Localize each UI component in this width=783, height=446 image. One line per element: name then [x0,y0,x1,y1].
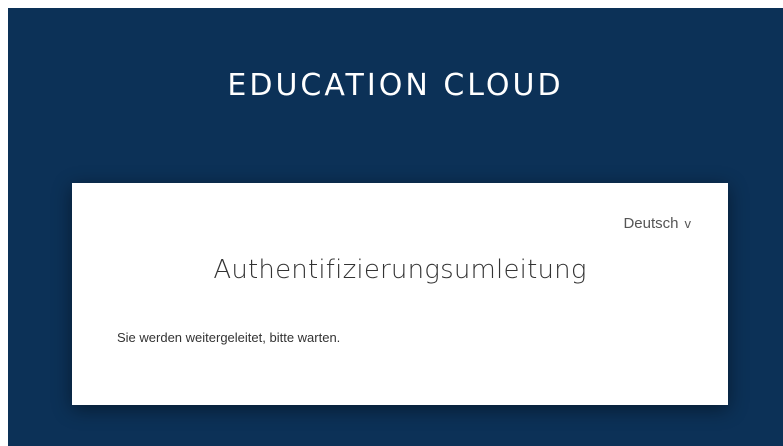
page-background: EDUCATION CLOUD Deutsch v Authentifizier… [8,8,783,446]
chevron-down-icon: v [684,216,692,231]
language-selector[interactable]: Deutsch v [623,215,691,232]
redirect-message: Sie werden weitergeleitet, bitte warten. [117,330,341,345]
language-label: Deutsch [623,215,679,232]
page-title: Authentifizierungsumleitung [213,255,587,285]
auth-redirect-card: Deutsch v Authentifizierungsumleitung Si… [72,183,728,405]
brand-title: EDUCATION CLOUD [227,68,564,103]
